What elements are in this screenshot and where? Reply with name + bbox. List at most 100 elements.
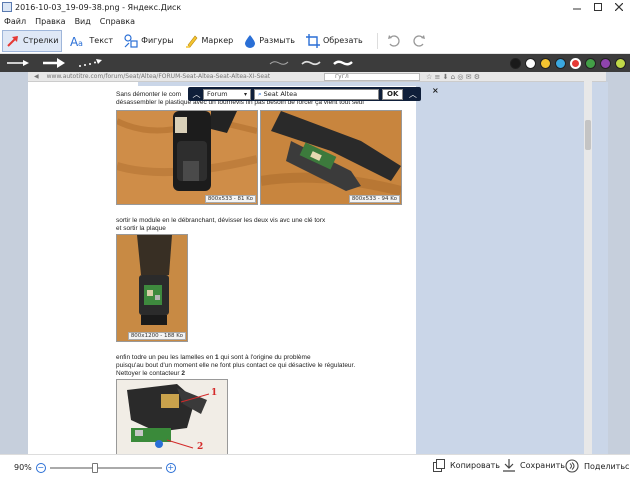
save-button[interactable]: Сохранить: [503, 459, 565, 472]
photo-4: 1 2: [116, 379, 228, 454]
photo-2-caption: 800x533 - 94 Ko: [348, 195, 400, 203]
color-swatch-lime[interactable]: [615, 58, 626, 69]
tool-marker[interactable]: Маркер: [182, 30, 237, 52]
post-text-7: Nettoyer le contacteur 2: [116, 370, 185, 378]
post-text-5: enfin todre un peu les lamelles en 1 qui…: [116, 354, 311, 362]
photo-3-caption: 800x1200 - 188 Ko: [127, 332, 186, 340]
thin-arrow-icon: [7, 60, 29, 66]
photo-4-marker-2: 2: [197, 442, 204, 452]
color-swatch-purple[interactable]: [600, 58, 611, 69]
forum-scope-select: Forum ▾: [203, 88, 251, 100]
forum-query-value: Seat Altea: [263, 90, 298, 98]
close-button[interactable]: [610, 0, 628, 14]
chevron-up-icon: ︿: [192, 89, 201, 99]
photo-1-caption: 800x533 - 81 Ko: [204, 195, 256, 203]
forum-search-bar: ︿ Forum ▾ ⌕ Seat Altea OK ︿: [188, 87, 422, 101]
copy-label: Копировать: [450, 461, 500, 470]
toolbar-divider: [376, 32, 378, 49]
maximize-button[interactable]: [589, 0, 607, 14]
back-icon: ◀: [34, 73, 39, 80]
scrollbar-thumb[interactable]: [585, 120, 591, 150]
color-swatch-yellow[interactable]: [540, 58, 551, 69]
browser-address-bar: ◀ www.autotitre.com/forum/Seat/Altea/FOR…: [28, 72, 606, 82]
marker-icon: [185, 35, 197, 48]
tool-blur-label: Размыть: [259, 36, 295, 45]
zoom-level: 90%: [14, 463, 32, 472]
maximize-icon: [594, 3, 602, 11]
share-button[interactable]: Поделиться: [565, 459, 630, 473]
post-text-3: sortir le module en le débranchant, dévi…: [116, 217, 326, 224]
tool-arrows-label: Стрелки: [23, 36, 59, 45]
tool-arrows[interactable]: Стрелки: [2, 29, 63, 52]
wave-medium-option[interactable]: [298, 56, 324, 70]
browser-toolbar-icons: ☆ ≡ ⬇ ⌂ ◎ ✉ ⚙: [426, 73, 481, 81]
dotted-arrow-option[interactable]: [76, 56, 104, 70]
photo-3-image: [117, 235, 187, 341]
thick-arrow-option[interactable]: [40, 56, 68, 70]
zoom-slider-track: [49, 466, 162, 469]
photo-2: 800x533 - 94 Ko: [260, 110, 403, 205]
undo-button[interactable]: [384, 30, 407, 52]
screenshot-image: ◀ www.autotitre.com/forum/Seat/Altea/FOR…: [28, 72, 608, 454]
zoom-slider[interactable]: [49, 462, 162, 473]
title-bar: 2016-10-03_19-09-38.png - Яндекс.Диск: [0, 0, 630, 14]
dotted-arrow-icon: [79, 59, 102, 67]
photo-1: 800x533 - 81 Ko: [115, 110, 258, 205]
download-icon: [503, 459, 515, 472]
color-swatch-red[interactable]: [570, 58, 581, 69]
photo-2-image: [260, 111, 403, 204]
photo-1-image: [115, 111, 258, 204]
forum-post: Sans démonter le com désassembler le pla…: [115, 86, 416, 454]
zoom-in-button[interactable]: +: [165, 462, 176, 473]
tool-blur[interactable]: Размыть: [241, 30, 298, 52]
post-text-6: puisqu'au bout d'un moment elle ne font …: [116, 362, 356, 369]
close-icon: [615, 3, 623, 11]
chevron-up-icon-2: ︿: [408, 89, 417, 99]
dropdown-arrow-icon: ▾: [243, 90, 247, 98]
color-swatch-blue[interactable]: [555, 58, 566, 69]
tool-crop[interactable]: Обрезать: [303, 30, 366, 52]
forum-ok-button: OK: [382, 88, 404, 100]
wave-thick-icon: [333, 60, 353, 66]
post-text-5-start: enfin todre un peu les lamelles en: [116, 354, 216, 361]
photo-4-marker-1: 1: [211, 388, 218, 398]
copy-button[interactable]: Копировать: [433, 459, 500, 472]
wave-thick-option[interactable]: [330, 56, 356, 70]
zoom-out-button[interactable]: −: [35, 462, 46, 473]
minimize-button[interactable]: [568, 0, 586, 14]
wave-medium-icon: [301, 60, 321, 66]
image-canvas[interactable]: ◀ www.autotitre.com/forum/Seat/Altea/FOR…: [0, 72, 630, 454]
menu-bar: Файл Правка Вид Справка: [0, 14, 630, 28]
color-swatch-white[interactable]: [525, 58, 536, 69]
wave-thin-option[interactable]: [266, 56, 292, 70]
vertical-scrollbar[interactable]: [584, 72, 592, 454]
forum-scope-value: Forum: [207, 90, 228, 98]
redo-button[interactable]: [409, 30, 432, 52]
post-text-1: Sans démonter le com: [116, 91, 182, 98]
tool-crop-label: Обрезать: [322, 36, 363, 45]
redo-icon: [413, 34, 425, 47]
menu-item-edit[interactable]: Правка: [35, 17, 65, 26]
app-icon: [2, 2, 12, 12]
forum-query-field: ⌕ Seat Altea: [254, 88, 379, 100]
blur-icon: [245, 34, 256, 48]
forum-bar-close-icon: ×: [432, 86, 439, 95]
tool-shapes[interactable]: Фигуры: [121, 30, 176, 52]
undo-icon: [387, 34, 400, 47]
thin-arrow-option[interactable]: [4, 56, 32, 70]
arrow-icon: [7, 35, 18, 47]
menu-item-view[interactable]: Вид: [75, 17, 91, 26]
color-swatch-black[interactable]: [510, 58, 521, 69]
search-icon: ⌕: [258, 89, 262, 98]
menu-item-help[interactable]: Справка: [100, 17, 135, 26]
browser-address: www.autotitre.com/forum/Seat/Altea/FORUM…: [46, 73, 271, 80]
color-swatch-green[interactable]: [585, 58, 596, 69]
menu-item-file[interactable]: Файл: [4, 17, 26, 26]
tool-marker-label: Маркер: [201, 36, 234, 45]
post-text-4: et sortir la plaque: [116, 225, 166, 232]
tool-text[interactable]: Aa Текст: [67, 30, 116, 52]
browser-search-field: гугл: [324, 73, 420, 81]
zoom-slider-thumb[interactable]: [91, 462, 98, 473]
window-title: 2016-10-03_19-09-38.png - Яндекс.Диск: [15, 2, 182, 12]
share-icon: [565, 459, 579, 473]
